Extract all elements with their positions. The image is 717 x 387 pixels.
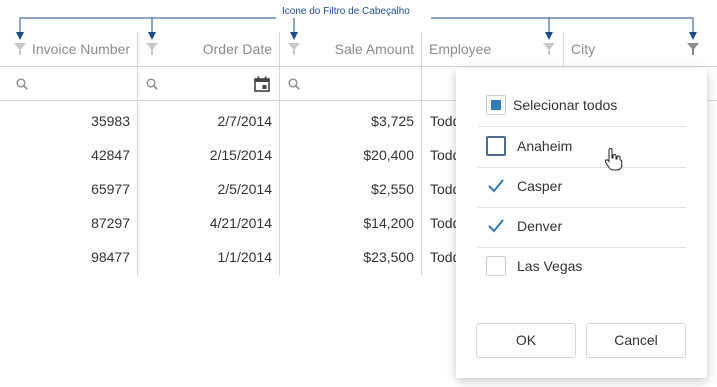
cell-sale-amount: $3,725 [371,113,414,129]
cancel-button[interactable]: Cancel [586,323,686,358]
column-header-label: Invoice Number [32,41,131,57]
column-header-label: Order Date [202,41,272,57]
filter-option-label: Denver [517,218,563,234]
cell-invoice: 65977 [91,181,130,197]
search-icon [288,78,300,90]
cell-sale-amount: $20,400 [363,147,414,163]
hand-pointer-cursor-icon [604,148,623,171]
filter-option-checkbox[interactable] [486,176,506,196]
filter-option-checkbox[interactable] [486,136,506,156]
filter-option-label: Casper [517,178,563,194]
filter-funnel-icon[interactable] [543,43,555,55]
select-all-option[interactable]: Selecionar todos [478,86,686,127]
table-row[interactable]: 35983 2/7/2014 $3,725 Todd [0,104,460,138]
filter-option-label: Las Vegas [517,258,583,274]
filter-funnel-icon-active[interactable] [687,43,699,55]
filter-cell-order-date[interactable] [138,67,280,100]
column-header-label: City [571,41,596,57]
cell-invoice: 42847 [91,147,130,163]
search-icon [16,78,28,90]
filter-funnel-icon[interactable] [288,43,300,55]
checkmark-icon [488,179,504,193]
column-header-label: Sale Amount [334,41,414,57]
select-all-label: Selecionar todos [513,97,618,113]
column-header-sale-amount[interactable]: Sale Amount [280,32,422,66]
column-divider [563,32,564,67]
column-header-employee[interactable]: Employee [422,32,564,66]
calendar-icon[interactable] [254,76,270,92]
cell-order-date: 2/5/2014 [217,181,273,197]
column-header-invoice[interactable]: Invoice Number [0,32,138,66]
search-icon [146,78,158,90]
column-header-city[interactable]: City [564,32,717,66]
header-row: Invoice Number Order Date Sale Amount Em… [0,32,717,67]
cell-order-date: 4/21/2014 [209,215,272,231]
select-all-checkbox[interactable] [486,95,506,115]
column-header-order-date[interactable]: Order Date [138,32,280,66]
filter-option-checkbox[interactable] [486,216,506,236]
checkmark-icon [488,219,504,233]
filter-funnel-icon[interactable] [14,43,26,55]
ok-button[interactable]: OK [476,323,576,358]
cell-invoice: 98477 [91,249,130,265]
column-header-label: Employee [429,41,492,57]
cell-invoice: 87297 [91,215,130,231]
filter-option-las-vegas[interactable]: Las Vegas [478,247,686,287]
cell-sale-amount: $2,550 [371,181,414,197]
table-row[interactable]: 65977 2/5/2014 $2,550 Todd [0,172,460,206]
cell-sale-amount: $23,500 [363,249,414,265]
filter-option-casper[interactable]: Casper [478,167,686,208]
filter-option-denver[interactable]: Denver [478,207,686,248]
table-row[interactable]: 98477 1/1/2014 $23,500 Todd [0,240,460,274]
cell-order-date: 1/1/2014 [217,249,273,265]
filter-cell-sale-amount[interactable] [280,67,422,100]
filter-option-checkbox[interactable] [486,256,506,276]
filter-cell-invoice[interactable] [0,67,138,100]
table-row[interactable]: 87297 4/21/2014 $14,200 Todd [0,206,460,240]
header-filter-popup: Selecionar todos Anaheim Casper Denver L… [456,68,707,378]
filter-option-label: Anaheim [517,138,573,154]
cell-order-date: 2/7/2014 [217,113,273,129]
cell-invoice: 35983 [91,113,130,129]
cell-sale-amount: $14,200 [363,215,414,231]
table-row[interactable]: 42847 2/15/2014 $20,400 Todd [0,138,460,172]
cell-order-date: 2/15/2014 [209,147,272,163]
filter-option-anaheim[interactable]: Anaheim [478,127,686,168]
filter-funnel-icon[interactable] [146,43,158,55]
